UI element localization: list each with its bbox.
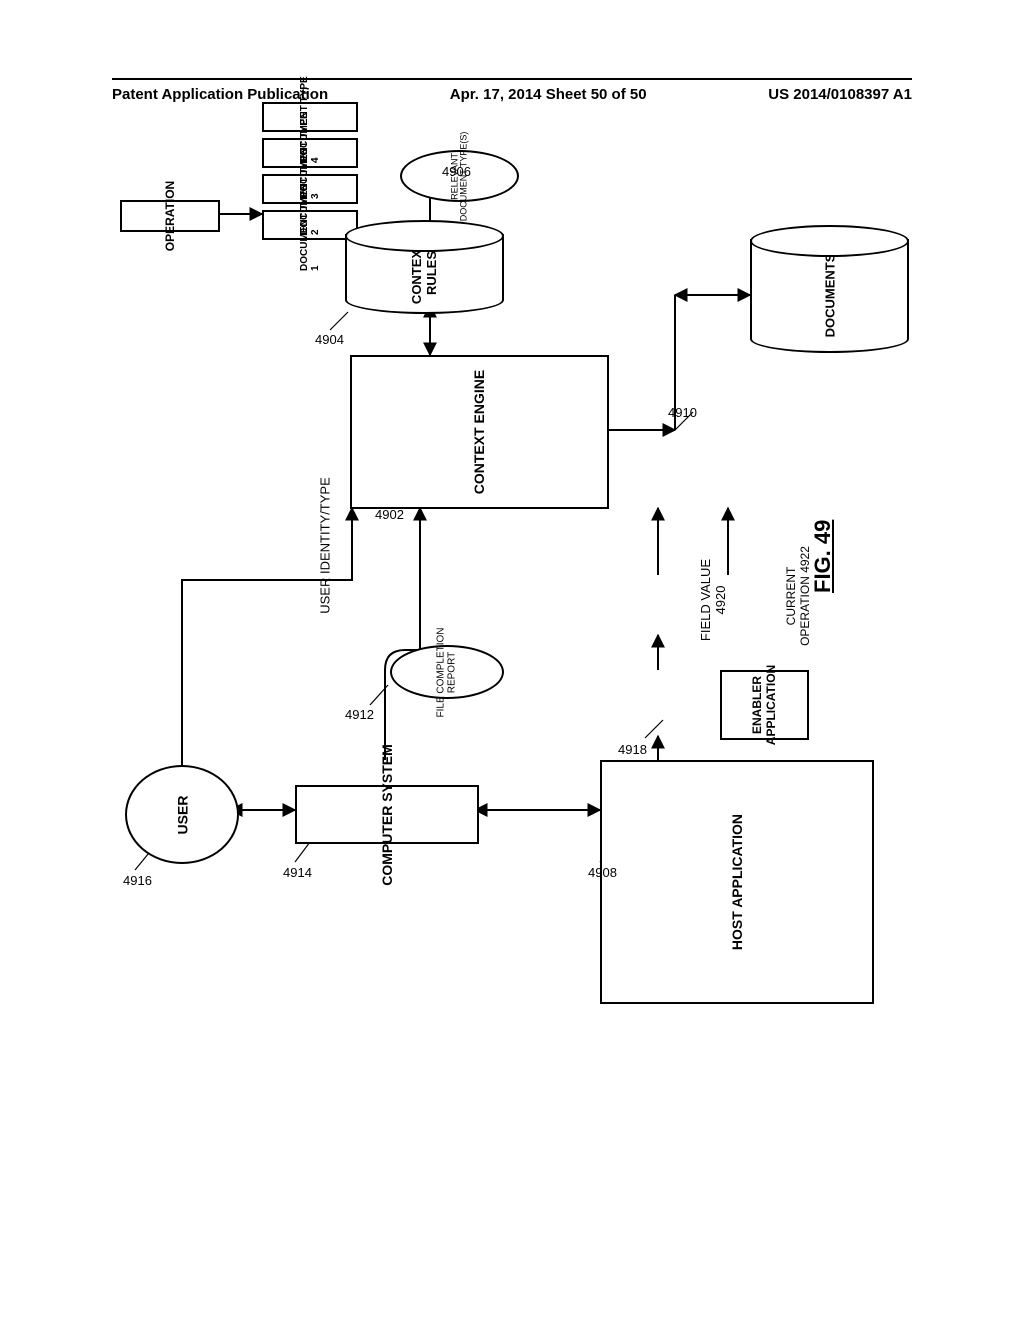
user-identity-label: USER IDENTITY/TYPE: [318, 471, 333, 621]
header-right: US 2014/0108397 A1: [768, 86, 912, 103]
doc-type-1: DOCUMENT TYPE 1: [262, 210, 358, 240]
context-rules-cylinder: CONTEXT RULES: [345, 220, 500, 320]
host-application-box: HOST APPLICATION: [600, 760, 874, 1004]
context-engine-box: CONTEXT ENGINE: [350, 355, 609, 509]
enabler-application-box: ENABLER APPLICATION: [720, 670, 809, 740]
header-left: Patent Application Publication: [112, 86, 328, 103]
operation-box: OPERATION: [120, 200, 220, 232]
computer-system-box: COMPUTER SYSTEM: [295, 785, 479, 844]
ref-4904: 4904: [315, 332, 344, 347]
ref-4916: 4916: [123, 873, 152, 888]
figure-number: FIG. 49: [810, 483, 836, 593]
ref-4912: 4912: [345, 707, 374, 722]
documents-cylinder: DOCUMENTS: [750, 225, 905, 360]
page-header: Patent Application Publication Apr. 17, …: [0, 78, 1024, 103]
host-application-label: HOST APPLICATION: [729, 814, 745, 950]
file-completion-label: FILE COMPLETION REPORT: [436, 627, 457, 717]
user-label: USER: [174, 795, 190, 834]
current-operation-label: CURRENT OPERATION 4922: [784, 536, 812, 656]
operation-label: OPERATION: [163, 181, 177, 251]
ref-4908: 4908: [588, 865, 617, 880]
documents-label: DOCUMENTS: [822, 253, 837, 337]
field-value-label: FIELD VALUE 4920: [698, 555, 728, 645]
file-completion-bubble: FILE COMPLETION REPORT: [390, 645, 504, 699]
user-ellipse: USER: [125, 765, 239, 864]
doc-type-stack: DOCUMENT TYPE 4 DOCUMENT TYPE 3 DOCUMENT…: [262, 102, 358, 246]
ref-4906: 4906: [442, 164, 471, 179]
context-engine-label: CONTEXT ENGINE: [472, 370, 488, 494]
computer-system-label: COMPUTER SYSTEM: [379, 744, 395, 886]
enabler-application-label: ENABLER APPLICATION: [750, 665, 778, 745]
header-center: Apr. 17, 2014 Sheet 50 of 50: [450, 86, 647, 103]
figure-diagram: HOST APPLICATION ENABLER APPLICATION FIE…: [120, 180, 910, 1180]
ref-4910: 4910: [668, 405, 697, 420]
ref-4918: 4918: [618, 742, 647, 757]
ref-4914: 4914: [283, 865, 312, 880]
ref-4902: 4902: [375, 507, 404, 522]
